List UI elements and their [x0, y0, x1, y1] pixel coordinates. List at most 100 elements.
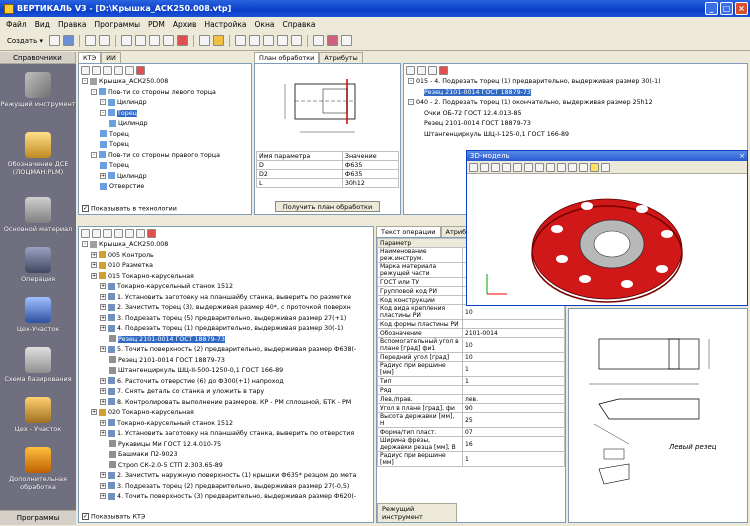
tree-item[interactable]: + Токарно-карусельный станок 1512 [82, 419, 373, 430]
tab-kte[interactable]: КТЭ [78, 52, 102, 63]
table-row[interactable]: Радиус при вершине [мм] 1 [377, 361, 565, 377]
expand-toggle-icon[interactable]: + [100, 314, 106, 321]
tree-item[interactable]: - Пов-ти со стороны правого торца [82, 151, 251, 162]
list-item[interactable]: Резец 2101-0014 ГОСТ 18879-73 [408, 119, 747, 130]
tree-item[interactable]: Цилиндр [82, 119, 251, 130]
new-icon[interactable] [48, 35, 60, 46]
pan-icon[interactable] [502, 162, 511, 172]
tree-item[interactable]: - Крышка_АСК250.008 [82, 240, 373, 251]
layout2-icon[interactable] [248, 35, 260, 46]
tree-item[interactable]: Резец 2101-0014 ГОСТ 18879-73 [82, 356, 373, 367]
export-icon[interactable] [326, 35, 338, 46]
expand-toggle-icon[interactable]: + [100, 472, 106, 478]
delete-icon[interactable] [439, 66, 448, 75]
expand-toggle-icon[interactable]: + [100, 304, 106, 310]
layout1-icon[interactable] [234, 35, 246, 46]
tree-item[interactable]: +8. Контролировать выполнение размеров. … [82, 398, 373, 409]
help-icon[interactable] [601, 162, 610, 172]
brush-icon[interactable] [212, 35, 224, 46]
cut-icon[interactable] [120, 35, 132, 46]
table-row[interactable]: Ряд [377, 385, 565, 395]
copy-icon[interactable] [136, 229, 145, 238]
list-item[interactable]: -040 - 2. Подрезать торец (1) окончатель… [408, 98, 747, 109]
tree-item[interactable]: +4. Подрезать торец (1) предварительно, … [82, 324, 373, 335]
sidebar-item-extra-processing[interactable]: Дополнительная обработка [0, 447, 76, 491]
add-icon[interactable] [81, 229, 90, 238]
tab-ii[interactable]: ИИ [101, 52, 121, 63]
down-icon[interactable] [114, 66, 123, 75]
table-row[interactable]: Угол в плане [град], фи 90 [377, 403, 565, 413]
show-kte-checkbox[interactable]: ✓ Показывать КТЭ [82, 512, 145, 520]
table-row[interactable]: Тип 1 [377, 376, 565, 386]
tree-item[interactable]: +3. Подрезать торец (5) предварительно, … [82, 314, 373, 325]
tree-item[interactable]: - Пов-ти со стороны левого торца [82, 88, 251, 99]
menu-settings[interactable]: Настройка [204, 20, 246, 29]
rotate-icon[interactable] [513, 162, 522, 172]
tree-item[interactable]: Торец [82, 140, 251, 151]
add-child-icon[interactable] [92, 66, 101, 75]
tree-item[interactable]: +4. Точить поверхность (3) предварительн… [82, 492, 373, 503]
expand-toggle-icon[interactable]: + [91, 272, 97, 279]
minimize-button[interactable]: _ [705, 2, 718, 15]
list-item[interactable]: Резец 2101-0014 ГОСТ 18879-73 [408, 88, 747, 99]
show-in-tech-checkbox[interactable]: ✓ Показывать в технологии [82, 204, 177, 212]
table-row[interactable]: Лев./прав. лев. [377, 394, 565, 404]
tab-attributes[interactable]: Атрибуты [319, 52, 363, 63]
table-row[interactable]: Радиус при вершине [мм] 1 [377, 451, 565, 467]
tree-item[interactable]: +6. Расточить отверстие (6) до Ф300(+1) … [82, 377, 373, 388]
tab-plan[interactable]: План обработки [254, 52, 320, 63]
tree-item[interactable]: +1. Установить заготовку на планшайбу ст… [82, 293, 373, 304]
save-icon[interactable] [62, 35, 74, 46]
light-icon[interactable] [590, 162, 599, 172]
create-button[interactable]: Создать ▾ [4, 37, 46, 45]
sidebar-item-workshop-section[interactable]: Цех - Участок [0, 397, 76, 433]
tree-item[interactable]: +5. Точить поверхность (2) предварительн… [82, 345, 373, 356]
preview-icon[interactable] [98, 35, 110, 46]
close-model-icon[interactable] [491, 162, 500, 172]
view2-icon[interactable] [557, 162, 566, 172]
expand-toggle-icon[interactable]: - [100, 109, 106, 116]
search-icon[interactable] [535, 162, 544, 172]
tree-item[interactable]: +2. Зачистить наружную поверхность (1) к… [82, 471, 373, 482]
add-child-icon[interactable] [417, 66, 426, 75]
delete-icon[interactable] [176, 35, 188, 46]
table-row[interactable]: Форма/тип пласт. 07 [377, 427, 565, 437]
menu-file[interactable]: Файл [6, 20, 27, 29]
table-row[interactable]: Код вида крепления пластины РИ 10 [377, 304, 565, 320]
layout3-icon[interactable] [262, 35, 274, 46]
table-row[interactable]: Вспомогательный угол в плане [град] фи1 1… [377, 337, 565, 353]
expand-toggle-icon[interactable]: - [91, 88, 97, 95]
expand-toggle-icon[interactable]: - [82, 241, 88, 247]
menu-programs[interactable]: Программы [95, 20, 141, 29]
down-icon[interactable] [114, 229, 123, 238]
list-item[interactable]: -015 - 4. Подрезать торец (1) предварите… [408, 77, 747, 88]
expand-toggle-icon[interactable]: + [100, 283, 106, 289]
tree-item[interactable]: Торец [82, 130, 251, 141]
tree-item[interactable]: Отверстие [82, 182, 251, 193]
menu-help[interactable]: Справка [282, 20, 315, 29]
sidebar-item-designation[interactable]: Обозначение ДСЕ (ЛОЦМАН:PLM) [0, 132, 76, 176]
sidebar-footer[interactable]: Программы [0, 510, 76, 525]
zoom-icon[interactable] [480, 162, 489, 172]
add-child-icon[interactable] [92, 229, 101, 238]
tree-item[interactable]: +2. Зачистить торец (3), выдерживая разм… [82, 303, 373, 314]
table-row[interactable]: D Ф635 [256, 160, 400, 170]
tree-item[interactable]: +7. Снять деталь со станка и уложить в т… [82, 387, 373, 398]
expand-toggle-icon[interactable]: + [100, 430, 106, 436]
refresh-icon[interactable] [340, 35, 352, 46]
param-icon[interactable] [312, 35, 324, 46]
fit-icon[interactable] [524, 162, 533, 172]
tab-cutting-tool[interactable]: Режущий инструмент [377, 503, 457, 522]
tree-item[interactable]: - Торец [82, 109, 251, 120]
expand-toggle-icon[interactable]: - [100, 99, 106, 105]
sidebar-item-workshop[interactable]: Цех-Участок [0, 297, 76, 333]
table-row[interactable]: L 30h12 [256, 178, 400, 188]
tree-item[interactable]: - Цилиндр [82, 98, 251, 109]
expand-toggle-icon[interactable]: + [100, 493, 106, 499]
tree-item[interactable]: +3. Подрезать торец (2) предварительно, … [82, 482, 373, 493]
open-icon[interactable] [469, 162, 478, 172]
view1-icon[interactable] [546, 162, 555, 172]
tree-item[interactable]: +020 Токарно-карусельная [82, 408, 373, 419]
table-row[interactable]: Ширина фрезы, державки резца [мм], В 16 [377, 436, 565, 452]
tree-item[interactable]: Рукавицы Ми ГОСТ 12.4.010-75 [82, 440, 373, 451]
